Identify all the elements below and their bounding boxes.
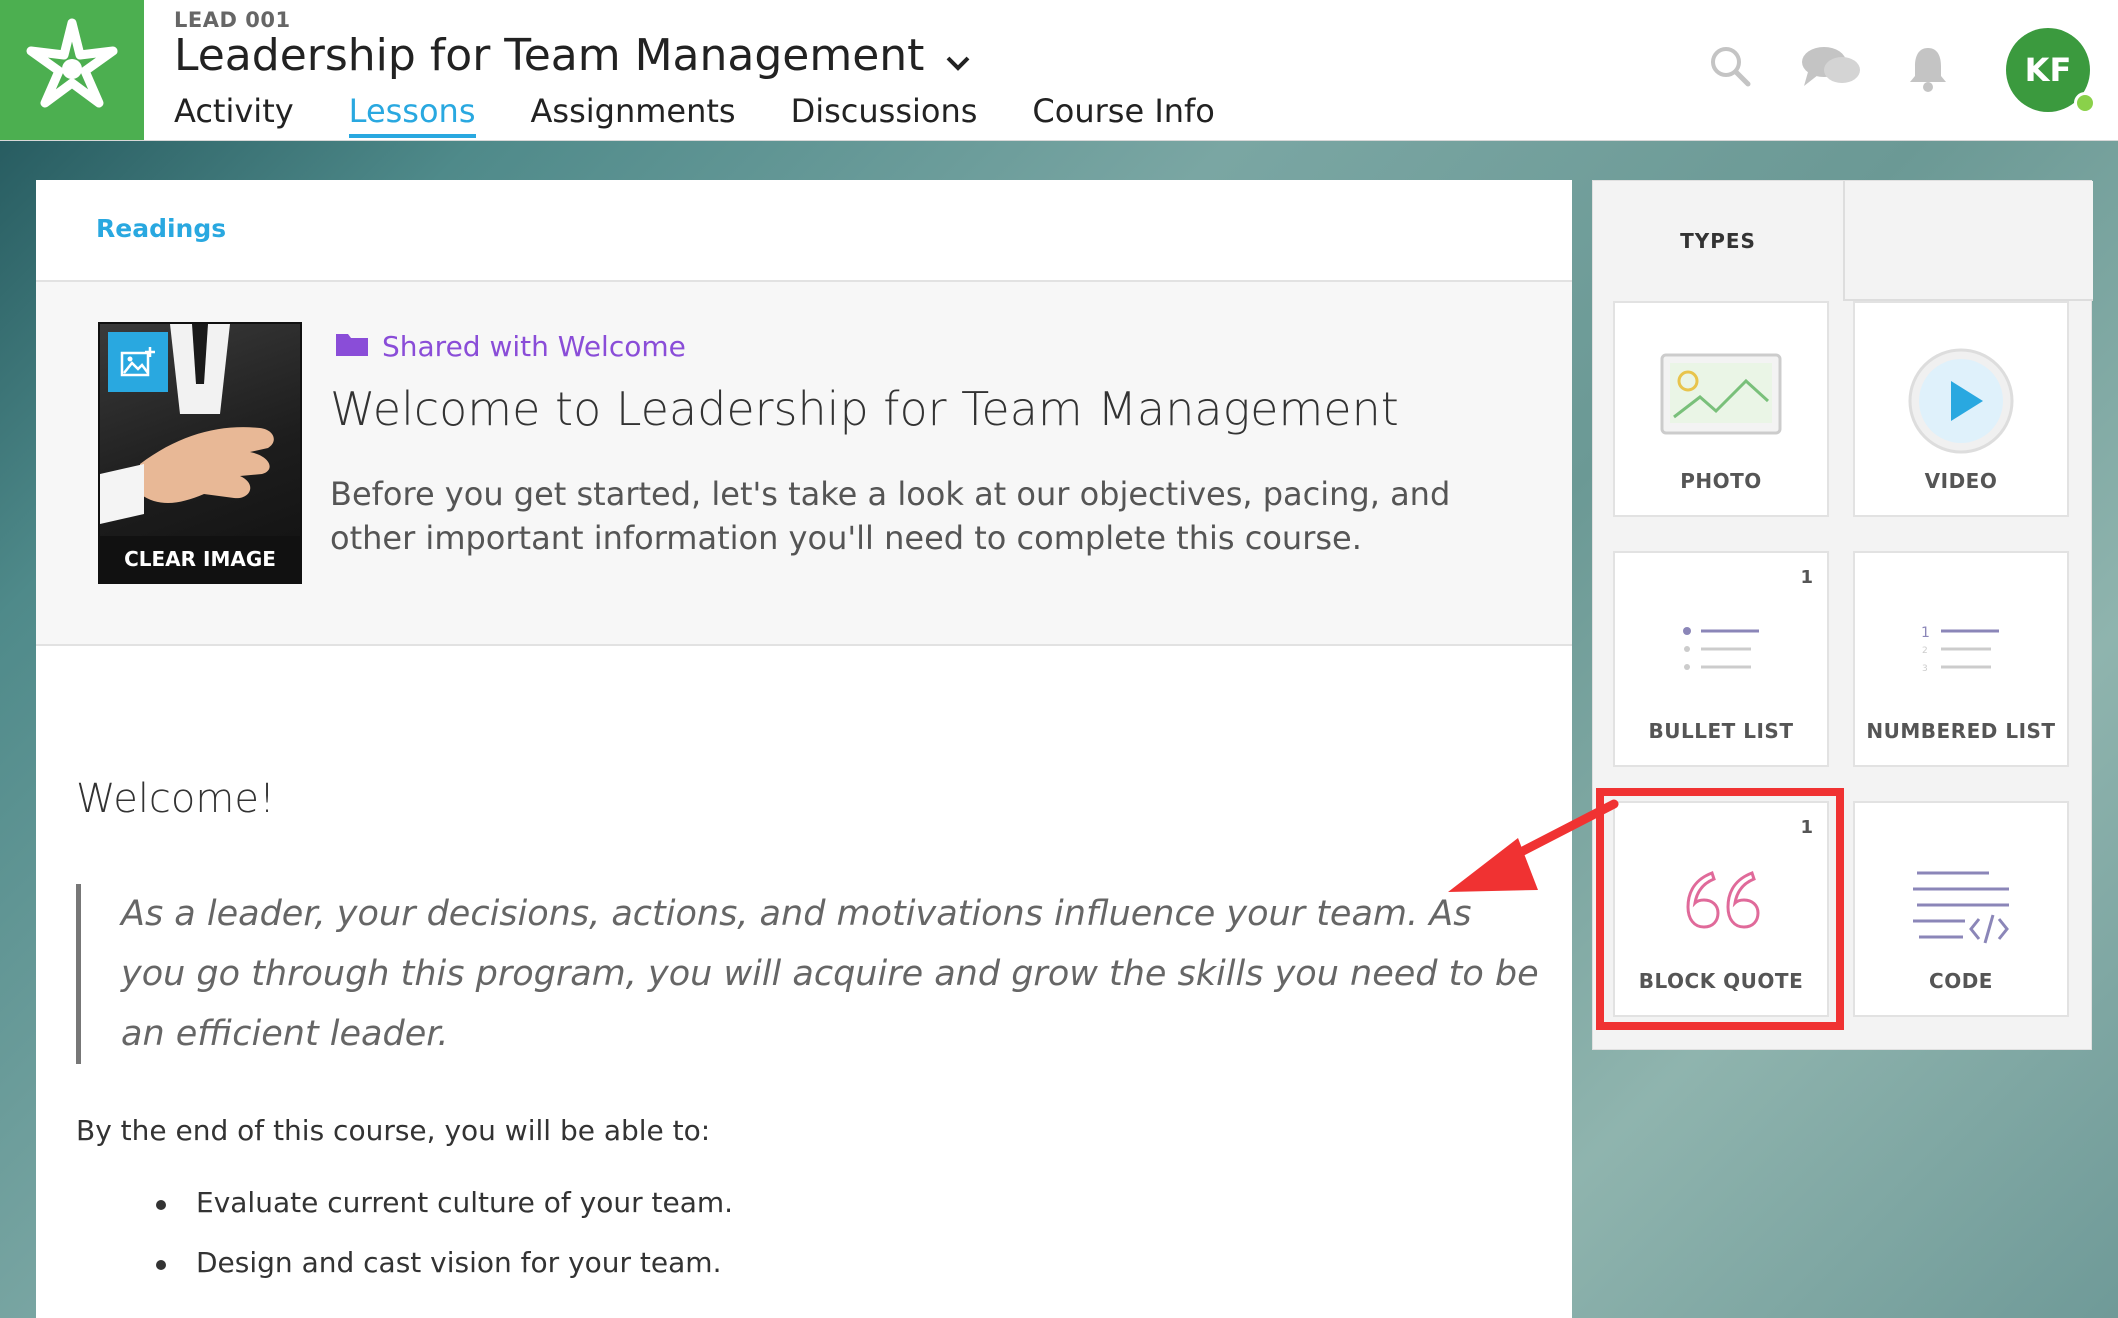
top-bar: LEAD 001 Leadership for Team Management … (0, 0, 2118, 141)
shared-folder-label[interactable]: Shared with Welcome (336, 330, 686, 363)
tab-other[interactable] (1843, 181, 2093, 301)
objectives-intro: By the end of this course, you will be a… (76, 1114, 711, 1147)
tile-label: PHOTO (1680, 469, 1762, 493)
svg-text:3: 3 (1922, 664, 1928, 674)
numbered-list-icon: 1 2 3 (1855, 625, 2067, 675)
app-logo[interactable] (0, 0, 144, 140)
list-item: Design and cast vision for your team. (156, 1246, 733, 1306)
welcome-heading: Welcome! (76, 776, 276, 822)
chat-icon[interactable] (1800, 44, 1862, 92)
bullet-list-icon (1615, 625, 1827, 675)
shared-folder-text: Shared with Welcome (382, 330, 686, 363)
svg-text:1: 1 (1921, 625, 1930, 641)
tile-label: CODE (1929, 969, 1993, 993)
objectives-list: Evaluate current culture of your team. D… (156, 1186, 733, 1306)
search-icon[interactable] (1708, 44, 1752, 92)
numbered-list-tile[interactable]: 1 2 3 NUMBERED LIST (1853, 551, 2069, 767)
clear-image-button[interactable]: CLEAR IMAGE (100, 536, 300, 582)
tab-course-info[interactable]: Course Info (1032, 92, 1214, 138)
tile-label: NUMBERED LIST (1866, 719, 2056, 743)
lesson-body: Welcome! As a leader, your decisions, ac… (36, 646, 1572, 1318)
tab-discussions[interactable]: Discussions (791, 92, 978, 138)
photo-tile[interactable]: PHOTO (1613, 301, 1829, 517)
tile-label: VIDEO (1924, 469, 1998, 493)
lesson-panel: Readings CLEAR IMAGE Shared with Welcome… (36, 180, 1572, 1318)
side-tabs: TYPES (1593, 181, 2093, 301)
code-icon (1855, 869, 2067, 953)
highlight-box (1596, 788, 1844, 1030)
lesson-header-card: CLEAR IMAGE Shared with Welcome Welcome … (36, 282, 1572, 646)
course-title[interactable]: Leadership for Team Management (174, 30, 972, 84)
tile-count: 1 (1800, 567, 1813, 588)
breadcrumb-readings[interactable]: Readings (96, 214, 226, 243)
svg-text:2: 2 (1922, 646, 1928, 656)
list-item: Evaluate current culture of your team. (156, 1186, 733, 1246)
tab-types[interactable]: TYPES (1593, 181, 1843, 301)
add-image-icon[interactable] (108, 332, 168, 392)
block-quote: As a leader, your decisions, actions, an… (76, 884, 1541, 1064)
chevron-down-icon[interactable] (944, 33, 972, 84)
logo-icon (26, 18, 118, 108)
tab-activity[interactable]: Activity (174, 92, 294, 138)
video-tile[interactable]: VIDEO (1853, 301, 2069, 517)
video-icon (1855, 347, 2067, 455)
online-status-dot (2074, 92, 2096, 114)
bell-icon[interactable] (1906, 44, 1950, 96)
code-tile[interactable]: CODE (1853, 801, 2069, 1017)
lesson-cover-image[interactable]: CLEAR IMAGE (98, 322, 302, 584)
lesson-description: Before you get started, let's take a loo… (330, 475, 1451, 557)
tab-assignments[interactable]: Assignments (531, 92, 736, 138)
bullet-list-tile[interactable]: 1 BULLET LIST (1613, 551, 1829, 767)
course-code: LEAD 001 (174, 8, 291, 32)
folder-icon (336, 330, 368, 363)
course-title-text: Leadership for Team Management (174, 30, 925, 81)
breadcrumb-bar: Readings (36, 180, 1572, 282)
annotation-arrow-icon (1430, 790, 1620, 914)
lesson-title: Welcome to Leadership for Team Managemen… (330, 382, 1399, 436)
course-nav: Activity Lessons Assignments Discussions… (174, 92, 1270, 140)
photo-icon (1615, 353, 1827, 435)
tab-lessons[interactable]: Lessons (348, 92, 476, 138)
tile-label: BULLET LIST (1648, 719, 1794, 743)
